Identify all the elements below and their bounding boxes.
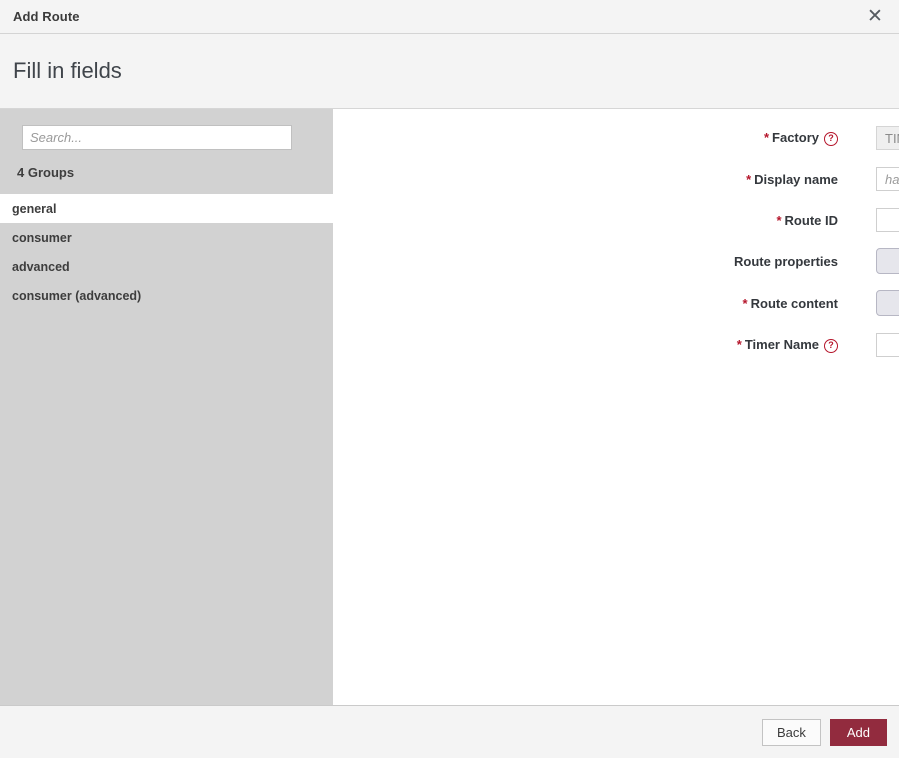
help-icon[interactable]: ? [824,339,838,353]
sidebar-item-general[interactable]: general [0,194,333,223]
field-label-route-id: * Route ID [663,213,838,228]
required-marker: * [743,296,748,311]
dialog-title: Add Route [0,9,80,24]
field-label-text: Route properties [734,254,838,269]
dialog-titlebar: Add Route ✕ [0,0,899,34]
required-marker: * [746,172,751,187]
groups-sidebar: 4 Groups general consumer advanced consu… [0,109,333,706]
edit-route-content-button[interactable]: Edit [876,290,899,316]
field-row-route-id: * Route ID [333,207,899,233]
add-route-dialog: Add Route ✕ Fill in fields 4 Groups gene… [0,0,899,758]
required-marker: * [737,337,742,352]
help-icon[interactable]: ? [824,132,838,146]
sidebar-item-label: general [12,202,56,216]
search-input[interactable] [22,125,292,150]
field-row-route-content: *Route content Edit [333,290,899,316]
dialog-footer: Back Add [0,706,899,758]
step-header: Fill in fields [0,34,899,109]
factory-input[interactable] [876,126,899,150]
page-title: Fill in fields [0,58,122,84]
field-control-timer-name [876,333,899,357]
sidebar-item-label: consumer (advanced) [12,289,141,303]
field-label-text: Display name [754,172,838,187]
timer-name-input[interactable] [876,333,899,357]
sidebar-item-advanced[interactable]: advanced [0,252,333,281]
field-row-timer-name: *Timer Name? [333,332,899,358]
required-marker: * [776,213,781,228]
field-row-route-properties: Route properties + Add Property [333,248,899,274]
required-marker: * [764,130,769,145]
close-icon[interactable]: ✕ [860,0,890,33]
field-label-text: Route ID [785,213,838,228]
field-label-text: Factory [772,130,819,145]
field-label-route-content: *Route content [663,296,838,311]
add-property-button[interactable]: + Add Property [876,248,899,274]
field-control-display-name [876,167,899,191]
display-name-input[interactable] [876,167,899,191]
field-label-timer-name: *Timer Name? [663,337,838,353]
field-control-route-properties: + Add Property [876,248,899,274]
field-label-text: Timer Name [745,337,819,352]
sidebar-item-label: consumer [12,231,72,245]
search-container [0,109,333,150]
fields-form: *Factory? *Display name *Route ID [333,109,899,705]
route-id-input[interactable] [876,208,899,232]
sidebar-item-label: advanced [12,260,70,274]
field-label-factory: *Factory? [663,130,838,146]
field-row-factory: *Factory? [333,125,899,151]
groups-count-label: 4 Groups [0,150,333,194]
add-button[interactable]: Add [830,719,887,746]
field-label-display-name: *Display name [663,172,838,187]
field-label-text: Route content [751,296,838,311]
sidebar-item-consumer-advanced[interactable]: consumer (advanced) [0,281,333,310]
sidebar-item-consumer[interactable]: consumer [0,223,333,252]
field-label-route-properties: Route properties [663,254,838,269]
field-row-display-name: *Display name [333,166,899,192]
back-button[interactable]: Back [762,719,821,746]
group-list: general consumer advanced consumer (adva… [0,194,333,310]
dialog-body: 4 Groups general consumer advanced consu… [0,109,899,706]
field-control-route-content: Edit [876,290,899,316]
field-control-route-id [876,208,899,232]
field-control-factory [876,126,899,150]
